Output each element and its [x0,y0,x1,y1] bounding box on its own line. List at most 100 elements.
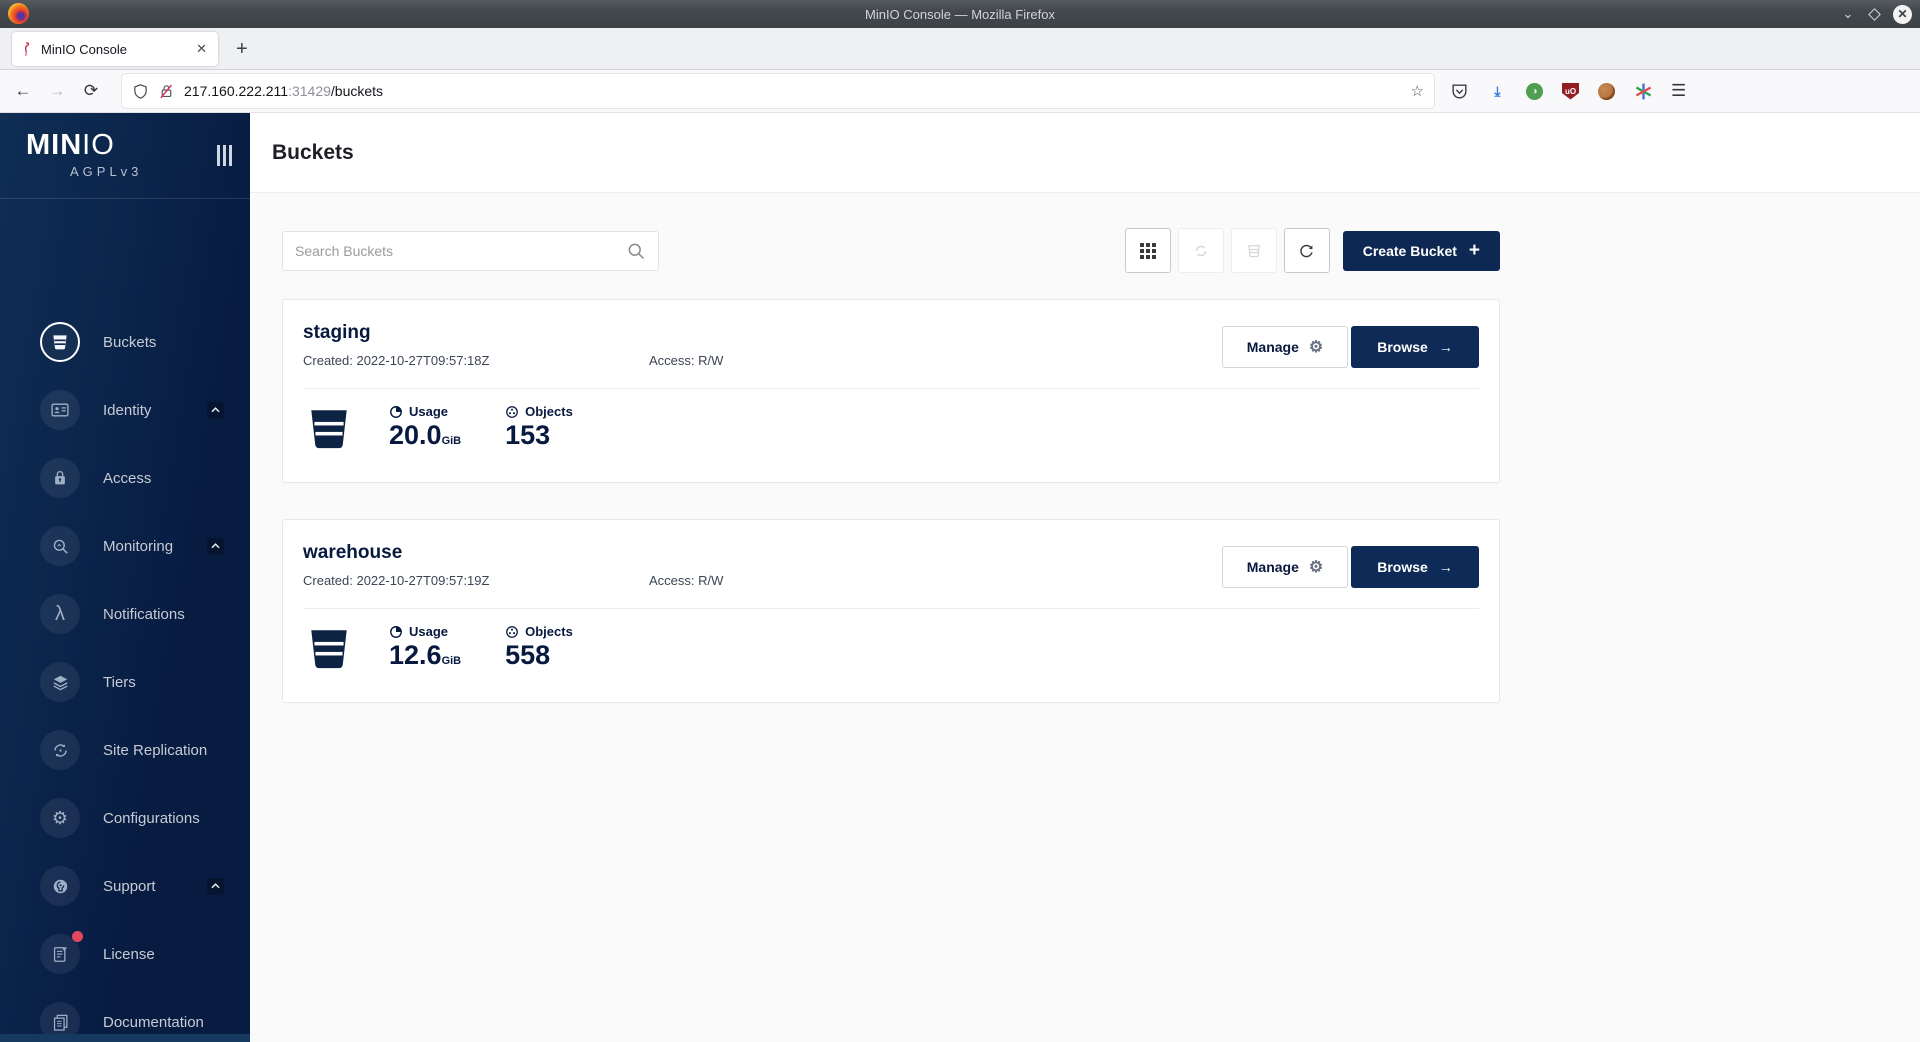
arrow-right-icon: → [1439,559,1453,575]
window-maximize-icon[interactable] [1868,8,1881,21]
chevron-up-icon[interactable] [207,402,224,419]
sidebar-item-label: Notifications [103,606,185,623]
sidebar-item-label: Configurations [103,810,200,827]
sidebar-item-tiers[interactable]: Tiers [0,648,250,716]
window-titlebar: MinIO Console — Mozilla Firefox ⌄ ✕ [0,0,1920,28]
usage-pie-icon [389,405,403,419]
replicate-buckets-button-disabled [1178,228,1224,273]
objects-icon [505,405,519,419]
sidebar-item-label: Buckets [103,334,156,351]
sidebar: MINIO AGPLv3 Buckets [0,113,250,1042]
back-button[interactable]: ← [6,81,40,101]
objects-label: Objects [525,404,573,419]
layers-icon [51,673,70,692]
insecure-lock-icon[interactable] [158,83,175,100]
refresh-icon [1297,241,1316,260]
lock-icon [51,469,69,487]
objects-icon [505,625,519,639]
window-minimize-icon[interactable]: ⌄ [1840,6,1856,22]
card-divider [303,388,1479,389]
usage-pie-icon [389,625,403,639]
sidebar-bottom-strip [0,1034,250,1042]
sidebar-item-site-replication[interactable]: Site Replication [0,716,250,784]
create-bucket-label: Create Bucket [1363,243,1457,259]
url-text[interactable]: 217.160.222.211:31429/buckets [184,83,1402,99]
sidebar-item-access[interactable]: Access [0,444,250,512]
chevron-up-icon[interactable] [207,538,224,555]
firefox-logo-icon [8,3,29,24]
sidebar-item-notifications[interactable]: λ Notifications [0,580,250,648]
create-bucket-button[interactable]: Create Bucket + [1343,231,1500,271]
url-port: :31429 [288,83,331,99]
minio-favicon-icon [20,42,33,57]
objects-value: 153 [505,422,573,449]
tab-close-icon[interactable]: ✕ [193,41,210,57]
shield-permissions-icon[interactable] [132,83,149,100]
browse-label: Browse [1377,339,1428,355]
sidebar-item-license[interactable]: License [0,920,250,988]
plus-icon: + [1469,240,1480,262]
license-tag: AGPLv3 [70,164,250,179]
tab-bar: MinIO Console ✕ + [0,28,1920,70]
manage-button[interactable]: Manage ⚙ [1222,546,1348,588]
manage-button[interactable]: Manage ⚙ [1222,326,1348,368]
cookie-extension-icon[interactable] [1598,83,1615,100]
sidebar-item-monitoring[interactable]: Monitoring [0,512,250,580]
browse-button[interactable]: Browse → [1351,326,1479,368]
replicate-icon [1192,242,1210,260]
delete-buckets-button-disabled [1231,228,1277,273]
sidebar-item-support[interactable]: Support [0,852,250,920]
objects-label: Objects [525,624,573,639]
bucket-outline-icon [1245,242,1263,260]
multi-account-containers-icon[interactable] [1634,82,1653,101]
pocket-icon[interactable] [1450,82,1469,101]
bucket-icon [50,332,70,352]
url-bar[interactable]: 217.160.222.211:31429/buckets ☆ [122,74,1434,108]
grid-view-button[interactable] [1125,228,1171,273]
sidebar-collapse-button[interactable] [217,145,232,166]
grid-icon [1139,242,1157,260]
tab-minio-console[interactable]: MinIO Console ✕ [12,32,218,66]
license-alert-badge [72,931,83,942]
sidebar-item-label: Site Replication [103,742,207,759]
gear-icon: ⚙ [1309,337,1323,357]
license-document-icon [51,945,70,964]
browse-label: Browse [1377,559,1428,575]
reload-button[interactable]: ⟳ [74,81,108,101]
sidebar-item-configurations[interactable]: ⚙ Configurations [0,784,250,852]
bucket-icon [303,404,355,454]
card-divider [303,608,1479,609]
bucket-card-staging[interactable]: staging Created: 2022-10-27T09:57:18Z Ac… [282,299,1500,483]
forward-button[interactable]: → [40,81,74,101]
sidebar-item-label: License [103,946,155,963]
new-tab-button[interactable]: + [236,38,248,61]
refresh-button[interactable] [1284,228,1330,273]
sidebar-item-identity[interactable]: Identity [0,376,250,444]
sidebar-item-label: Monitoring [103,538,173,555]
bookmark-star-icon[interactable]: ☆ [1411,82,1424,100]
downloads-icon[interactable]: ⤓ [1488,82,1507,101]
sidebar-item-label: Documentation [103,1014,204,1031]
ublock-origin-icon[interactable]: uO [1562,83,1579,100]
gear-icon: ⚙ [1309,557,1323,577]
browse-button[interactable]: Browse → [1351,546,1479,588]
extension-green-icon[interactable]: ◑ [1526,83,1543,100]
objects-value: 558 [505,642,573,669]
manage-label: Manage [1247,559,1299,575]
usage-unit: GiB [442,655,462,667]
usage-label: Usage [409,404,448,419]
window-close-icon[interactable]: ✕ [1893,5,1912,24]
search-box[interactable] [282,231,659,271]
chevron-up-icon[interactable] [207,878,224,895]
window-title: MinIO Console — Mozilla Firefox [0,7,1920,22]
tab-title: MinIO Console [41,42,185,57]
identity-card-icon [50,400,70,420]
url-path: /buckets [331,83,383,99]
page-title: Buckets [272,141,354,165]
sidebar-item-buckets[interactable]: Buckets [0,308,250,376]
search-input[interactable] [295,243,626,259]
browser-menu-icon[interactable]: ☰ [1671,81,1686,101]
manage-label: Manage [1247,339,1299,355]
bucket-card-warehouse[interactable]: warehouse Created: 2022-10-27T09:57:19Z … [282,519,1500,703]
page-header: Buckets [250,113,1920,193]
